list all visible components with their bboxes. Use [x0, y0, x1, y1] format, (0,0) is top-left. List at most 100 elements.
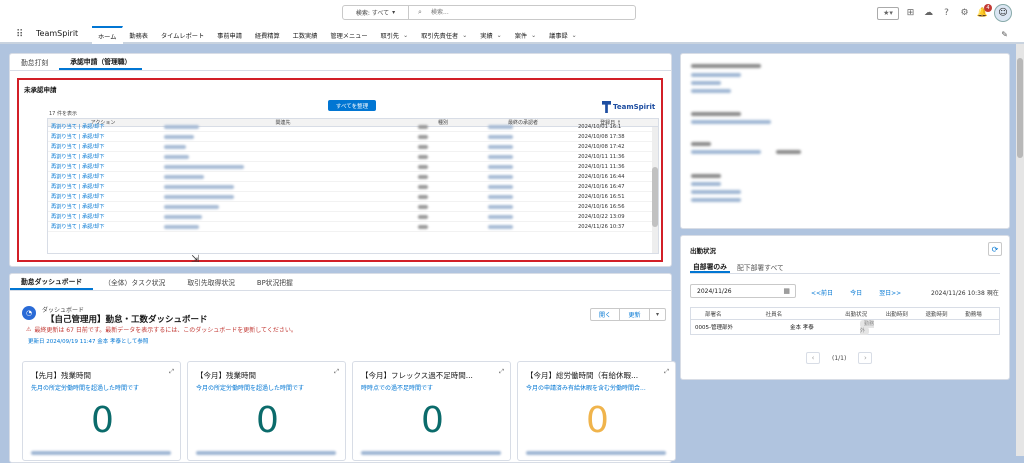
metric-card[interactable]: 【今月】総労働時間（有給休暇... 今月の申請済み有給休暇を含む労働時間合... ⤢… [517, 361, 676, 461]
tab-all-depts[interactable]: 配下部署すべて [734, 260, 787, 273]
row-action-link[interactable]: 再割り当て | 承認/却下 [48, 163, 158, 170]
warning-icon: ⚠ [26, 326, 32, 333]
nav-item-label: 取引先責任者 [421, 32, 459, 40]
tab-task-status[interactable]: （全体）タスク状況 [93, 274, 176, 290]
approve-all-button[interactable]: すべてを整理 [328, 100, 376, 111]
next-page-button[interactable]: › [858, 352, 873, 364]
metric-card[interactable]: 【先月】残業時間 先月の所定労働時間を超過した時間です ⤢ 0 [22, 361, 181, 461]
nav-item-6[interactable]: 管理メニュー [324, 26, 374, 44]
card-subtitle: 時時点での過不足時間です [361, 385, 434, 392]
nav-item-label: タイムレポート [160, 32, 205, 40]
row-action-link[interactable]: 再割り当て | 承認/却下 [48, 203, 158, 210]
date-field[interactable]: 2024/11/26 ▦ [690, 284, 796, 298]
row-date: 2024/10/16 16:47 [578, 183, 625, 190]
approval-panel: 勤怠打刻 承認申請（管理職） 未承認申請 すべてを整理 TeamSpirit 1… [9, 53, 672, 267]
nav-item-10[interactable]: 案件 ⌄ [509, 26, 543, 44]
expand-icon[interactable]: ⤢ [499, 368, 504, 376]
card-title: 【先月】残業時間 [31, 371, 91, 380]
favorites-icon[interactable]: ★▾ [877, 6, 899, 20]
row-action-link[interactable]: 再割り当て | 承認/却下 [48, 183, 158, 190]
approvals-table: アクション 関連先 種別 最終の承認者 登録日 ↑ 再割り当て | 承認/却下 2… [47, 118, 659, 254]
col-location: 勤務場 [965, 311, 982, 318]
tab-attendance-punch[interactable]: 勤怠打刻 [10, 54, 59, 70]
table-row: 再割り当て | 承認/却下 2024/10/16 16:51 [48, 192, 658, 202]
row-action-link[interactable]: 再割り当て | 承認/却下 [48, 213, 158, 220]
table-scroll-thumb[interactable] [652, 167, 658, 227]
calendar-icon[interactable]: ▦ [783, 287, 790, 295]
avatar[interactable]: ☺ [994, 4, 1012, 22]
add-icon[interactable]: ⊞ [904, 7, 917, 20]
trailhead-icon[interactable]: ☁ [922, 7, 935, 20]
table-row: 再割り当て | 承認/却下 2024/10/11 11:36 [48, 162, 658, 172]
nav-item-0[interactable]: ホーム [92, 26, 124, 44]
metric-card[interactable]: 【今月】フレックス過不足時間... 時時点での過不足時間です ⤢ 0 [352, 361, 511, 461]
row-date: 2024/10/08 17:42 [578, 143, 625, 150]
more-actions-button[interactable]: ▾ [650, 308, 666, 321]
today-link[interactable]: 今日 [850, 288, 862, 297]
refresh-button[interactable]: 更新 [620, 308, 650, 321]
refresh-icon[interactable]: ⟳ [988, 242, 1002, 256]
nav-item-8[interactable]: 取引先責任者 ⌄ [415, 26, 474, 44]
col-out-time: 退勤時刻 [925, 311, 948, 318]
nav-item-11[interactable]: 議事録 ⌄ [543, 26, 584, 44]
edit-nav-icon[interactable]: ✎ [1001, 30, 1008, 39]
attendance-timestamp: 2024/11/26 10:38 現在 [931, 290, 999, 297]
row-action-link[interactable]: 再割り当て | 承認/却下 [48, 133, 158, 140]
row-action-link[interactable]: 再割り当て | 承認/却下 [48, 123, 158, 130]
nav-item-9[interactable]: 実績 ⌄ [474, 26, 508, 44]
search-scope-dropdown[interactable]: 検索: すべて ▾ [343, 6, 409, 19]
attendance-panel: 出勤状況 ⟳ 自部署のみ 配下部署すべて 2024/11/26 ▦ <<前日 今… [680, 235, 1010, 380]
open-button[interactable]: 開く [590, 308, 620, 321]
chevron-down-icon[interactable]: ⌄ [531, 32, 536, 39]
row-action-link[interactable]: 再割り当て | 承認/却下 [48, 153, 158, 160]
notification-badge: 4 [984, 3, 992, 12]
nav-item-1[interactable]: 勤務表 [123, 26, 155, 44]
nav-item-7[interactable]: 取引先 ⌄ [375, 26, 416, 44]
expand-icon[interactable]: ⤢ [664, 368, 669, 376]
row-action-link[interactable]: 再割り当て | 承認/却下 [48, 223, 158, 230]
next-day-link[interactable]: 翌日>> [879, 288, 901, 297]
table-row: 再割り当て | 承認/却下 2024/10/16 16:44 [48, 172, 658, 182]
nav-item-label: 勤務表 [129, 32, 148, 40]
table-row: 再割り当て | 承認/却下 2024/10/08 17:42 [48, 142, 658, 152]
help-icon[interactable]: ? [940, 7, 953, 20]
card-subtitle: 先月の所定労働時間を超過した時間です [31, 385, 140, 392]
chevron-down-icon[interactable]: ⌄ [572, 32, 577, 39]
tab-bp-status[interactable]: BP状況把握 [246, 274, 304, 290]
row-action-link[interactable]: 再割り当て | 承認/却下 [48, 193, 158, 200]
table-row: 再割り当て | 承認/却下 2024/11/26 10:37 [48, 222, 658, 232]
app-launcher-icon[interactable]: ⠿ [16, 29, 23, 40]
row-action-link[interactable]: 再割り当て | 承認/却下 [48, 173, 158, 180]
prev-page-button[interactable]: ‹ [806, 352, 820, 364]
tab-account-status[interactable]: 取引先取得状況 [176, 274, 246, 290]
chevron-down-icon[interactable]: ⌄ [497, 32, 502, 39]
nav-item-label: 経費精算 [254, 32, 280, 40]
prev-day-link[interactable]: <<前日 [811, 288, 833, 297]
card-value: 0 [256, 400, 279, 441]
nav-item-2[interactable]: タイムレポート [155, 26, 211, 44]
metric-card[interactable]: 【今月】残業時間 今月の所定労働時間を超過した時間です ⤢ 0 [187, 361, 346, 461]
tab-approval-manager[interactable]: 承認申請（管理職） [59, 54, 143, 70]
chevron-down-icon[interactable]: ⌄ [403, 32, 408, 39]
record-count: 17 件を表示 [49, 111, 77, 117]
tab-attendance-dashboard[interactable]: 勤怠ダッシュボード [10, 274, 94, 290]
row-action-link[interactable]: 再割り当て | 承認/却下 [48, 143, 158, 150]
search-input[interactable] [409, 6, 635, 19]
page-indicator: (1/1) [832, 354, 847, 362]
gear-icon[interactable]: ⚙ [958, 7, 971, 20]
nav-item-3[interactable]: 事前申請 [211, 26, 249, 44]
nav-item-5[interactable]: 工数実績 [287, 26, 325, 44]
global-header: 検索: すべて ▾ ⌕ ★▾ ⊞ ☁ ? ⚙ 🔔4 ☺ [0, 0, 1024, 26]
bell-icon[interactable]: 🔔 4 [976, 3, 992, 20]
nav-item-4[interactable]: 経費精算 [249, 26, 287, 44]
page-scroll-thumb[interactable] [1017, 58, 1023, 158]
card-title: 【今月】フレックス過不足時間... [361, 371, 473, 380]
chevron-down-icon[interactable]: ⌄ [462, 32, 467, 39]
expand-icon[interactable]: ⤢ [169, 368, 174, 376]
tab-own-dept[interactable]: 自部署のみ [690, 260, 730, 273]
card-value: 0 [421, 400, 444, 441]
col-employee: 社員名 [765, 311, 783, 318]
card-value: 0 [586, 400, 609, 441]
expand-icon[interactable]: ⤢ [334, 368, 339, 376]
card-subtitle: 今月の申請済み有給休暇を含む労働時間合... [526, 385, 646, 392]
